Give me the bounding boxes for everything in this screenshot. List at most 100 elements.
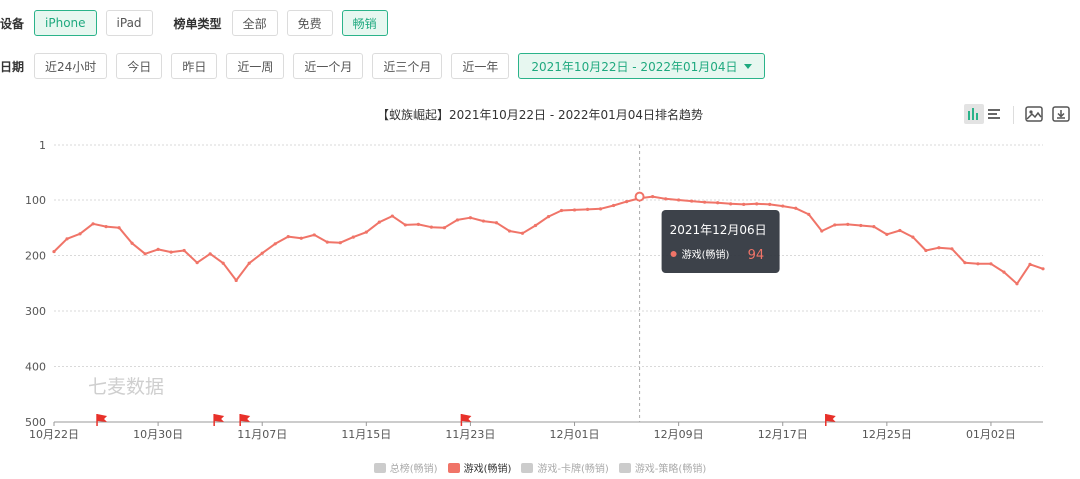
data-point <box>911 235 915 239</box>
device-option-iphone[interactable]: iPhone <box>34 10 97 36</box>
data-point <box>364 230 368 234</box>
data-point <box>820 229 824 233</box>
data-point <box>729 202 733 206</box>
legend-item-overall[interactable]: 总榜(畅销) <box>373 460 438 475</box>
data-point <box>481 219 486 223</box>
legend-item-strategy-games[interactable]: 游戏-策略(畅销) <box>618 460 706 475</box>
data-point <box>624 200 629 204</box>
data-point <box>299 236 303 240</box>
tooltip-date: 2021年12月06日 <box>670 223 767 237</box>
device-option-ipad[interactable]: iPad <box>105 10 153 36</box>
legend-item-games[interactable]: 游戏(畅销) <box>447 460 511 475</box>
legend-item-card-games[interactable]: 游戏-卡牌(畅销) <box>521 460 609 475</box>
caret-down-icon <box>743 63 752 69</box>
data-point <box>78 232 82 236</box>
data-point <box>833 223 837 227</box>
data-point <box>247 261 251 265</box>
date-option-yesterday[interactable]: 昨日 <box>171 53 218 79</box>
data-point <box>377 220 381 224</box>
date-option-today[interactable]: 今日 <box>116 53 163 79</box>
legend-label: 游戏-卡牌(畅销) <box>537 464 609 475</box>
data-point <box>807 212 811 216</box>
date-option-24h[interactable]: 近24小时 <box>34 53 108 79</box>
x-tick-label: 01月02日 <box>966 428 1016 441</box>
download-icon[interactable] <box>1051 104 1071 124</box>
data-point <box>846 222 850 226</box>
x-tick-label: 11月23日 <box>445 428 495 441</box>
y-tick-label: 100 <box>25 194 46 207</box>
list-type-label: 榜单类型 <box>173 16 222 31</box>
data-point <box>716 201 720 205</box>
data-point <box>1015 282 1019 286</box>
legend-swatch <box>447 462 460 473</box>
data-point <box>130 241 134 245</box>
data-point <box>442 226 446 230</box>
data-point <box>794 206 798 210</box>
date-option-3months[interactable]: 近三个月 <box>372 53 443 79</box>
filter-row-date: 日期 近24小时 今日 昨日 近一周 近一个月 近三个月 近一年 2021年10… <box>0 52 774 80</box>
data-point <box>989 262 993 266</box>
data-point <box>91 222 95 226</box>
data-point <box>1041 267 1045 271</box>
tooltip-box <box>661 210 780 273</box>
data-point <box>455 218 460 222</box>
data-point <box>572 208 577 212</box>
date-range-picker[interactable]: 2021年10月22日 - 2022年01月04日 <box>518 53 765 79</box>
data-point <box>195 261 199 265</box>
x-tick-label: 12月09日 <box>654 428 704 441</box>
data-point <box>507 229 512 233</box>
chart-legend: 总榜(畅销) 游戏(畅销) 游戏-卡牌(畅销) 游戏-策略(畅销) <box>0 460 1080 475</box>
data-point <box>651 195 655 199</box>
data-point <box>156 247 160 251</box>
data-point <box>325 240 329 244</box>
data-point <box>585 207 590 211</box>
data-point <box>169 250 173 254</box>
date-option-month[interactable]: 近一个月 <box>293 53 364 79</box>
data-point <box>494 221 499 225</box>
data-point <box>273 242 277 246</box>
rank-trend-chart[interactable]: 110020030040050010月22日 10月30日 11月07日 11月15日… <box>0 130 1080 450</box>
data-point <box>755 202 759 206</box>
data-point <box>781 204 785 208</box>
data-point <box>338 241 342 245</box>
date-range-value: 2021年10月22日 - 2022年01月04日 <box>531 59 738 74</box>
date-option-week[interactable]: 近一周 <box>226 53 285 79</box>
flag-icon <box>214 414 225 422</box>
data-point <box>520 231 525 235</box>
tooltip-value: 94 <box>748 248 765 263</box>
highlight-point <box>634 191 645 202</box>
data-point <box>390 214 394 218</box>
bar-chart-icon[interactable] <box>964 104 984 124</box>
data-point <box>703 200 707 204</box>
data-point <box>143 252 147 256</box>
image-icon[interactable] <box>1024 104 1044 124</box>
data-point <box>260 251 264 255</box>
x-tick-label: 12月01日 <box>550 428 600 441</box>
data-point <box>885 232 889 236</box>
data-point <box>546 215 551 219</box>
data-point <box>937 246 941 250</box>
data-point <box>859 223 863 228</box>
data-point <box>208 252 212 256</box>
data-point <box>1002 270 1006 274</box>
data-point <box>1028 262 1032 266</box>
data-point <box>898 228 902 233</box>
list-type-option-all[interactable]: 全部 <box>231 10 278 36</box>
data-point <box>104 225 108 229</box>
flag-icon <box>461 414 472 422</box>
y-tick-label: 400 <box>25 360 46 373</box>
flag-icon <box>825 414 836 422</box>
list-icon[interactable] <box>984 104 1004 124</box>
x-tick-label: 10月30日 <box>133 428 183 441</box>
data-point <box>117 226 121 230</box>
data-point <box>976 262 980 266</box>
date-option-year[interactable]: 近一年 <box>451 53 510 79</box>
list-type-option-free[interactable]: 免费 <box>286 10 333 36</box>
list-type-option-grossing[interactable]: 畅销 <box>341 10 388 36</box>
chart-view-toggle <box>964 104 1004 124</box>
data-point <box>559 208 564 213</box>
watermark: 七麦数据 <box>88 376 164 398</box>
series-line-games <box>53 195 1044 285</box>
date-label: 日期 <box>0 59 25 74</box>
data-point <box>533 223 538 228</box>
